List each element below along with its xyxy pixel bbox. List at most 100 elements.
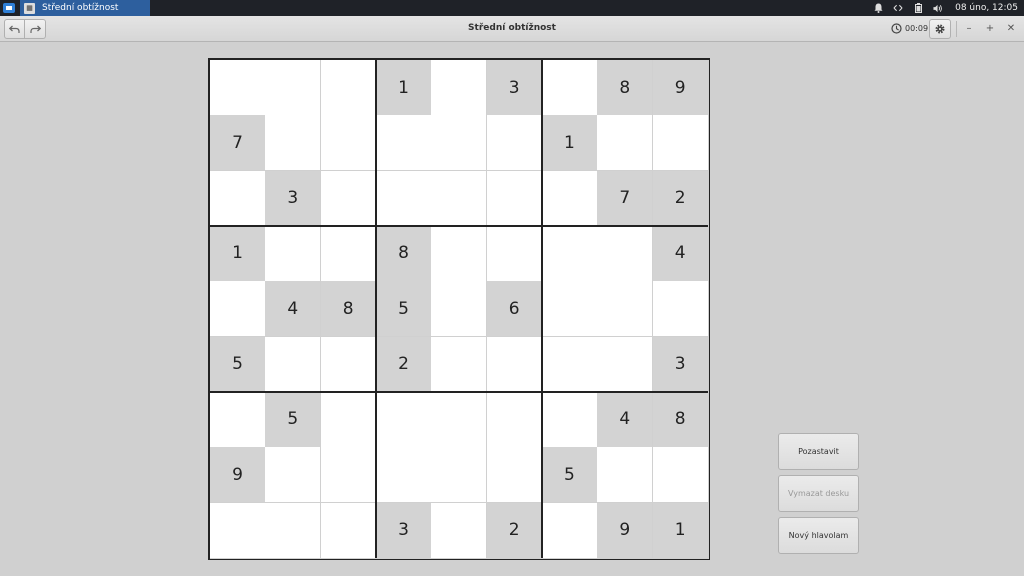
sudoku-cell[interactable] — [375, 170, 432, 227]
new-puzzle-button[interactable]: Nový hlavolam — [778, 517, 859, 554]
sudoku-cell[interactable]: 4 — [652, 225, 709, 282]
sudoku-cell[interactable]: 3 — [486, 60, 543, 116]
sudoku-cell[interactable] — [541, 391, 598, 448]
sudoku-cell[interactable]: 8 — [652, 391, 709, 448]
sudoku-cell[interactable]: 5 — [541, 447, 598, 504]
timer-value: 00:09 — [905, 24, 929, 33]
app-menu-icon[interactable] — [3, 2, 15, 14]
sudoku-cell[interactable]: 4 — [597, 391, 654, 448]
taskbar-window-button[interactable]: ▦ Střední obtížnost — [20, 0, 150, 16]
sudoku-cell[interactable] — [320, 60, 377, 116]
sudoku-cell[interactable] — [265, 115, 322, 172]
sudoku-cell[interactable] — [431, 391, 488, 448]
sudoku-cell[interactable]: 7 — [597, 170, 654, 227]
header-separator — [956, 21, 957, 37]
sudoku-cell[interactable]: 1 — [652, 502, 709, 559]
sudoku-cell[interactable]: 3 — [652, 336, 709, 393]
notification-bell-icon[interactable] — [873, 3, 883, 13]
sudoku-cell[interactable]: 8 — [320, 281, 377, 338]
sudoku-cell[interactable]: 1 — [210, 225, 266, 282]
sudoku-cell[interactable]: 3 — [265, 170, 322, 227]
sudoku-cell[interactable] — [597, 225, 654, 282]
sudoku-cell[interactable] — [541, 281, 598, 338]
sudoku-cell[interactable]: 1 — [375, 60, 432, 116]
minimize-button[interactable]: – — [962, 21, 976, 35]
sudoku-cell[interactable] — [541, 336, 598, 393]
sudoku-cell[interactable]: 4 — [265, 281, 322, 338]
sudoku-cell[interactable] — [210, 502, 266, 559]
sudoku-cell[interactable]: 6 — [486, 281, 543, 338]
sudoku-cell[interactable] — [265, 225, 322, 282]
sudoku-cell[interactable] — [375, 391, 432, 448]
sudoku-cell[interactable] — [431, 115, 488, 172]
sudoku-cell[interactable] — [375, 447, 432, 504]
sudoku-cell[interactable] — [652, 115, 709, 172]
sudoku-cell[interactable] — [210, 170, 266, 227]
sudoku-cell[interactable]: 9 — [597, 502, 654, 559]
sudoku-cell[interactable]: 5 — [210, 336, 266, 393]
sudoku-cell[interactable]: 3 — [375, 502, 432, 559]
sudoku-cell[interactable] — [431, 336, 488, 393]
sudoku-cell[interactable] — [210, 60, 266, 116]
network-icon[interactable] — [893, 3, 903, 13]
sudoku-cell[interactable] — [431, 281, 488, 338]
maximize-button[interactable]: + — [983, 21, 997, 35]
sudoku-cell[interactable] — [541, 60, 598, 116]
sudoku-cell[interactable] — [320, 170, 377, 227]
sudoku-cell[interactable] — [320, 391, 377, 448]
battery-icon[interactable] — [913, 3, 923, 13]
clear-board-button[interactable]: Vymazat desku — [778, 475, 859, 512]
pause-button[interactable]: Pozastavit — [778, 433, 859, 470]
sudoku-cell[interactable]: 8 — [375, 225, 432, 282]
sudoku-cell[interactable] — [265, 60, 322, 116]
sudoku-cell[interactable] — [375, 115, 432, 172]
sudoku-cell[interactable] — [431, 447, 488, 504]
sudoku-cell[interactable] — [597, 115, 654, 172]
sudoku-cell[interactable] — [597, 336, 654, 393]
sudoku-cell[interactable] — [541, 225, 598, 282]
sudoku-cell[interactable]: 9 — [652, 60, 709, 116]
sudoku-cell[interactable] — [541, 502, 598, 559]
sudoku-cell[interactable] — [486, 336, 543, 393]
sudoku-cell[interactable] — [320, 225, 377, 282]
sudoku-cell[interactable]: 1 — [541, 115, 598, 172]
window-title: Střední obtížnost — [468, 23, 556, 33]
sudoku-cell[interactable] — [486, 170, 543, 227]
sudoku-cell[interactable] — [210, 281, 266, 338]
settings-button[interactable] — [929, 19, 951, 39]
minimize-icon: – — [966, 22, 972, 34]
sudoku-cell[interactable] — [486, 447, 543, 504]
clock[interactable]: 08 úno, 12:05 — [955, 3, 1018, 13]
sudoku-cell[interactable]: 5 — [265, 391, 322, 448]
sudoku-cell[interactable] — [210, 391, 266, 448]
sudoku-cell[interactable] — [486, 225, 543, 282]
sudoku-cell[interactable]: 7 — [210, 115, 266, 172]
sudoku-cell[interactable] — [265, 336, 322, 393]
sudoku-cell[interactable] — [652, 447, 709, 504]
sudoku-cell[interactable] — [486, 115, 543, 172]
sudoku-cell[interactable] — [265, 447, 322, 504]
sudoku-cell[interactable] — [265, 502, 322, 559]
volume-icon[interactable] — [933, 3, 943, 13]
sudoku-cell[interactable] — [486, 391, 543, 448]
sudoku-cell[interactable] — [597, 447, 654, 504]
sudoku-cell[interactable]: 2 — [652, 170, 709, 227]
sudoku-cell[interactable] — [597, 281, 654, 338]
box-divider-horizontal — [210, 224, 708, 227]
sudoku-cell[interactable] — [431, 502, 488, 559]
sudoku-cell[interactable]: 8 — [597, 60, 654, 116]
sudoku-cell[interactable] — [541, 170, 598, 227]
sudoku-cell[interactable] — [431, 225, 488, 282]
sudoku-cell[interactable] — [320, 447, 377, 504]
sudoku-cell[interactable]: 2 — [375, 336, 432, 393]
sudoku-cell[interactable] — [320, 115, 377, 172]
close-button[interactable]: ✕ — [1004, 21, 1018, 35]
sudoku-cell[interactable] — [431, 170, 488, 227]
sudoku-cell[interactable]: 5 — [375, 281, 432, 338]
sudoku-cell[interactable] — [320, 502, 377, 559]
sudoku-cell[interactable] — [431, 60, 488, 116]
sudoku-cell[interactable] — [652, 281, 709, 338]
sudoku-cell[interactable]: 2 — [486, 502, 543, 559]
sudoku-cell[interactable] — [320, 336, 377, 393]
sudoku-cell[interactable]: 9 — [210, 447, 266, 504]
